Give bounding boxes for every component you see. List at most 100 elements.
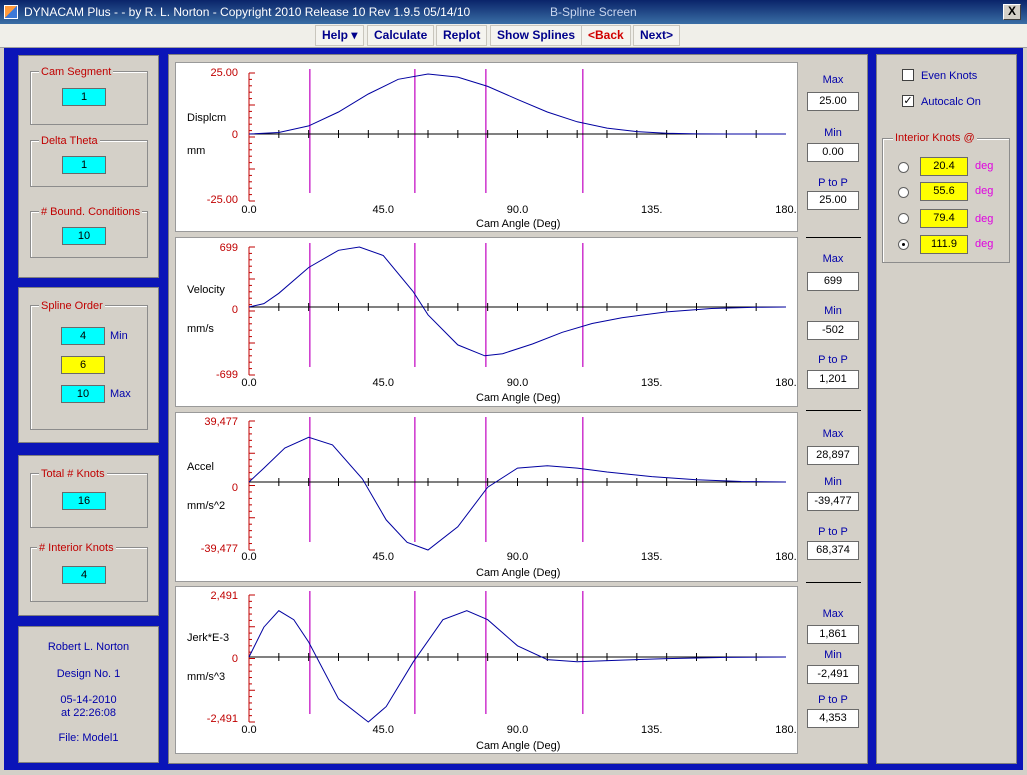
spline-order-field[interactable]: 6 [61,356,105,374]
max-label: Max [822,253,844,265]
spline-order-min-label: Min [110,330,128,342]
autocalc-checkbox[interactable]: ✓ [902,95,914,107]
knot-4-unit: deg [975,238,994,250]
plot-y-bottom: -25.00 [206,194,238,206]
calculate-button[interactable]: Calculate [367,25,435,46]
min-label: Min [824,127,842,139]
bound-conditions-label: # Bound. Conditions [39,206,143,218]
min-label: Min [824,305,842,317]
ptp-label: P to P [818,354,848,366]
window-title: DYNACAM Plus - - by R. L. Norton - Copyr… [24,5,471,19]
bound-conditions-field[interactable]: 10 [62,227,106,245]
acceleration-chart: 0.0 45.0 90.0 135. 180. [241,417,797,563]
design-date: 05-14-2010 [60,694,117,706]
plot-y-zero: 0 [231,482,238,494]
knot-3-radio[interactable] [898,213,909,224]
x-tick-label: 180. [775,551,796,563]
plot-y-top: 39,477 [204,416,238,428]
x-tick-label: 0.0 [241,204,256,216]
spline-order-label: Spline Order [39,300,105,312]
displacement-max: 25.00 [807,92,859,111]
x-axis-label: Cam Angle (Deg) [476,392,561,404]
jerk-ptp: 4,353 [807,709,859,728]
next-button[interactable]: Next> [633,25,681,46]
x-tick-label: 180. [775,377,796,389]
velocity-max: 699 [807,272,859,291]
x-tick-label: 90.0 [507,204,528,216]
toolbar: Help ▾ Calculate Replot Show Splines <Ba… [0,24,1027,48]
autocalc-label: Autocalc On [921,96,981,108]
help-button[interactable]: Help ▾ [315,25,365,46]
x-tick-label: 45.0 [373,551,394,563]
knot-2-field[interactable]: 55.6 [920,182,968,201]
x-tick-label: 90.0 [507,724,528,736]
data-curve [248,73,786,135]
acceleration-plot: 0.0 45.0 90.0 135. 180. 39,477 0 -39,477 Acc… [175,412,798,582]
x-axis-label: Cam Angle (Deg) [476,740,561,752]
plot-y-bottom: -699 [215,369,238,381]
plot-y-top: 2,491 [210,590,238,602]
ptp-label: P to P [818,526,848,538]
displacement-ptp: 25.00 [807,191,859,210]
knot-4-field[interactable]: 111.9 [920,235,968,254]
max-label: Max [822,74,844,86]
plot-y-bottom: -39,477 [200,543,238,555]
back-button[interactable]: <Back [581,25,631,46]
x-axis-label: Cam Angle (Deg) [476,218,561,230]
jerk-min: -2,491 [807,665,859,684]
total-knots-field: 16 [62,492,106,510]
velocity-min: -502 [807,321,859,340]
close-button[interactable]: X [1003,4,1021,20]
min-label: Min [824,476,842,488]
show-splines-button[interactable]: Show Splines [490,25,583,46]
knot-2-unit: deg [975,185,994,197]
knot-1-radio[interactable] [898,162,909,173]
ptp-label: P to P [818,694,848,706]
velocity-plot: 0.0 45.0 90.0 135. 180. 699 0 -699 Velocity … [175,237,798,407]
plot-unit: mm/s [187,323,214,335]
velocity-ptp: 1,201 [807,370,859,389]
spline-order-min-field: 4 [61,327,105,345]
displacement-min: 0.00 [807,143,859,162]
x-tick-label: 45.0 [373,204,394,216]
x-tick-label: 45.0 [373,724,394,736]
spline-order-max-field: 10 [61,385,105,403]
x-tick-label: 0.0 [241,551,256,563]
plot-y-bottom: -2,491 [206,713,238,725]
displacement-plot: 0.0 45.0 90.0 135. 180. 25.00 0 -25.00 Displ… [175,62,798,232]
plot-y-zero: 0 [231,304,238,316]
min-label: Min [824,649,842,661]
knot-3-unit: deg [975,213,994,225]
app-icon [4,5,18,19]
stats-divider [806,582,861,583]
interior-knots-count-field: 4 [62,566,106,584]
jerk-max: 1,861 [807,625,859,644]
title-bar: DYNACAM Plus - - by R. L. Norton - Copyr… [0,0,1027,24]
plot-y-top: 25.00 [210,67,238,79]
knot-3-field[interactable]: 79.4 [920,209,968,228]
author-name: Robert L. Norton [47,641,130,653]
even-knots-label: Even Knots [921,70,978,82]
even-knots-checkbox[interactable] [902,69,914,81]
delta-theta-field[interactable]: 1 [62,156,106,174]
total-knots-label: Total # Knots [39,468,107,480]
x-tick-label: 135. [641,551,662,563]
knot-2-radio[interactable] [898,187,909,198]
cam-segment-label: Cam Segment [39,66,114,78]
jerk-plot: 0.0 45.0 90.0 135. 180. 2,491 0 -2,491 Jerk*… [175,586,798,754]
ptp-label: P to P [818,177,848,189]
knot-4-radio[interactable] [898,239,909,250]
max-label: Max [822,608,844,620]
design-time: at 22:26:08 [60,707,117,719]
displacement-chart: 0.0 45.0 90.0 135. 180. [241,69,797,216]
max-label: Max [822,428,844,440]
knot-1-field[interactable]: 20.4 [920,157,968,176]
file-name: File: Model1 [58,732,119,744]
replot-button[interactable]: Replot [436,25,488,46]
plot-label: Velocity [187,284,225,296]
cam-segment-field[interactable]: 1 [62,88,106,106]
plot-y-zero: 0 [231,129,238,141]
x-tick-label: 45.0 [373,377,394,389]
x-tick-label: 90.0 [507,551,528,563]
x-tick-label: 135. [641,377,662,389]
